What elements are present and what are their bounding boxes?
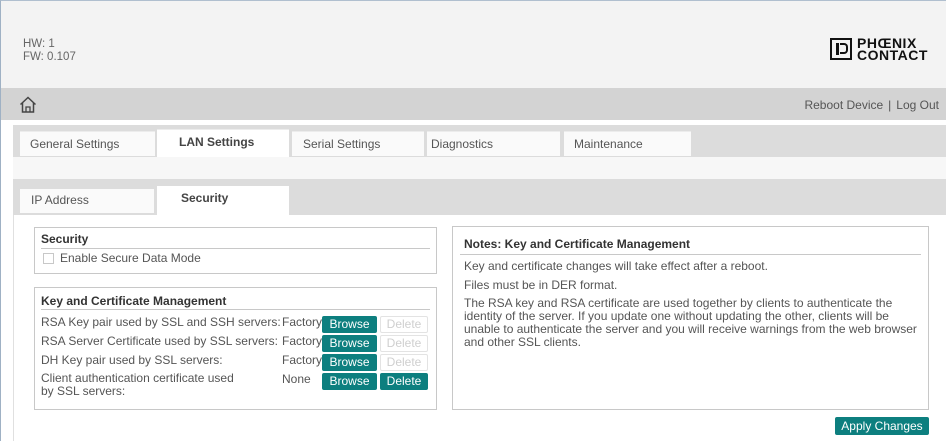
log-out-link[interactable]: Log Out (896, 98, 939, 112)
subtab-ip-address[interactable]: IP Address (20, 189, 154, 213)
hw-version: HW: 1 (23, 38, 55, 50)
rsa-server-cert-delete-button[interactable]: Delete (380, 335, 428, 352)
notes-reboot-text: Key and certificate changes will take ef… (464, 259, 768, 273)
rsa-server-cert-label: RSA Server Certificate used by SSL serve… (41, 334, 278, 348)
dh-key-pair-browse-button[interactable]: Browse (322, 354, 377, 371)
client-auth-cert-value: None (282, 372, 311, 386)
secure-data-mode-label: Enable Secure Data Mode (60, 251, 201, 265)
tab-lan-settings[interactable]: LAN Settings (157, 129, 289, 159)
dh-key-pair-delete-button[interactable]: Delete (380, 354, 428, 371)
tab-serial-settings[interactable]: Serial Settings (292, 131, 424, 156)
dh-key-pair-label: DH Key pair used by SSL servers: (41, 353, 223, 367)
tab-maintenance[interactable]: Maintenance (564, 131, 691, 156)
nav-separator: | (888, 98, 892, 112)
secure-data-mode-checkbox[interactable] (43, 253, 54, 264)
security-divider (41, 248, 430, 249)
logo-mark-icon (830, 38, 852, 60)
client-auth-cert-label: Client authentication certificate used b… (41, 372, 234, 398)
tab-content-strip (13, 157, 946, 179)
home-icon[interactable] (19, 96, 37, 113)
nav-links: Reboot Device | Log Out (804, 98, 939, 112)
key-cert-title: Key and Certificate Management (41, 294, 227, 308)
notes-rsa-text: The RSA key and RSA certificate are used… (464, 297, 917, 349)
subtab-security[interactable]: Security (157, 186, 289, 215)
notes-title: Notes: Key and Certificate Management (464, 237, 691, 251)
rsa-server-cert-value: Factory (282, 334, 323, 348)
dh-key-pair-value: Factory (282, 353, 323, 367)
logo-line2: CONTACT (857, 47, 928, 63)
fw-version: FW: 0.107 (23, 51, 76, 63)
tab-diagnostics[interactable]: Diagnostics (427, 131, 560, 156)
notes-divider (460, 254, 921, 255)
security-title: Security (41, 232, 89, 246)
rsa-key-pair-value: Factory (282, 315, 323, 329)
notes-rsa-line: and other SSL clients. (464, 335, 581, 349)
rsa-key-pair-delete-button[interactable]: Delete (380, 316, 428, 333)
apply-changes-button[interactable]: Apply Changes (835, 417, 929, 435)
rsa-server-cert-browse-button[interactable]: Browse (322, 335, 377, 352)
key-cert-divider (41, 309, 430, 310)
client-auth-cert-delete-button[interactable]: Delete (380, 373, 428, 390)
client-auth-cert-browse-button[interactable]: Browse (322, 373, 377, 390)
nav-bar: Reboot Device | Log Out (1, 88, 946, 120)
phoenix-contact-logo: PHŒNIX CONTACT (830, 36, 940, 67)
reboot-device-link[interactable]: Reboot Device (804, 98, 883, 112)
notes-der-text: Files must be in DER format. (464, 278, 618, 292)
top-header: HW: 1 FW: 0.107 PHŒNIX CONTACT (1, 1, 946, 88)
rsa-key-pair-browse-button[interactable]: Browse (322, 316, 377, 333)
rsa-key-pair-label: RSA Key pair used by SSL and SSH servers… (41, 315, 281, 329)
tab-general-settings[interactable]: General Settings (20, 131, 155, 156)
client-auth-cert-label-line2: by SSL servers: (41, 384, 126, 398)
hardware-info: HW: 1 FW: 0.107 (23, 38, 76, 64)
